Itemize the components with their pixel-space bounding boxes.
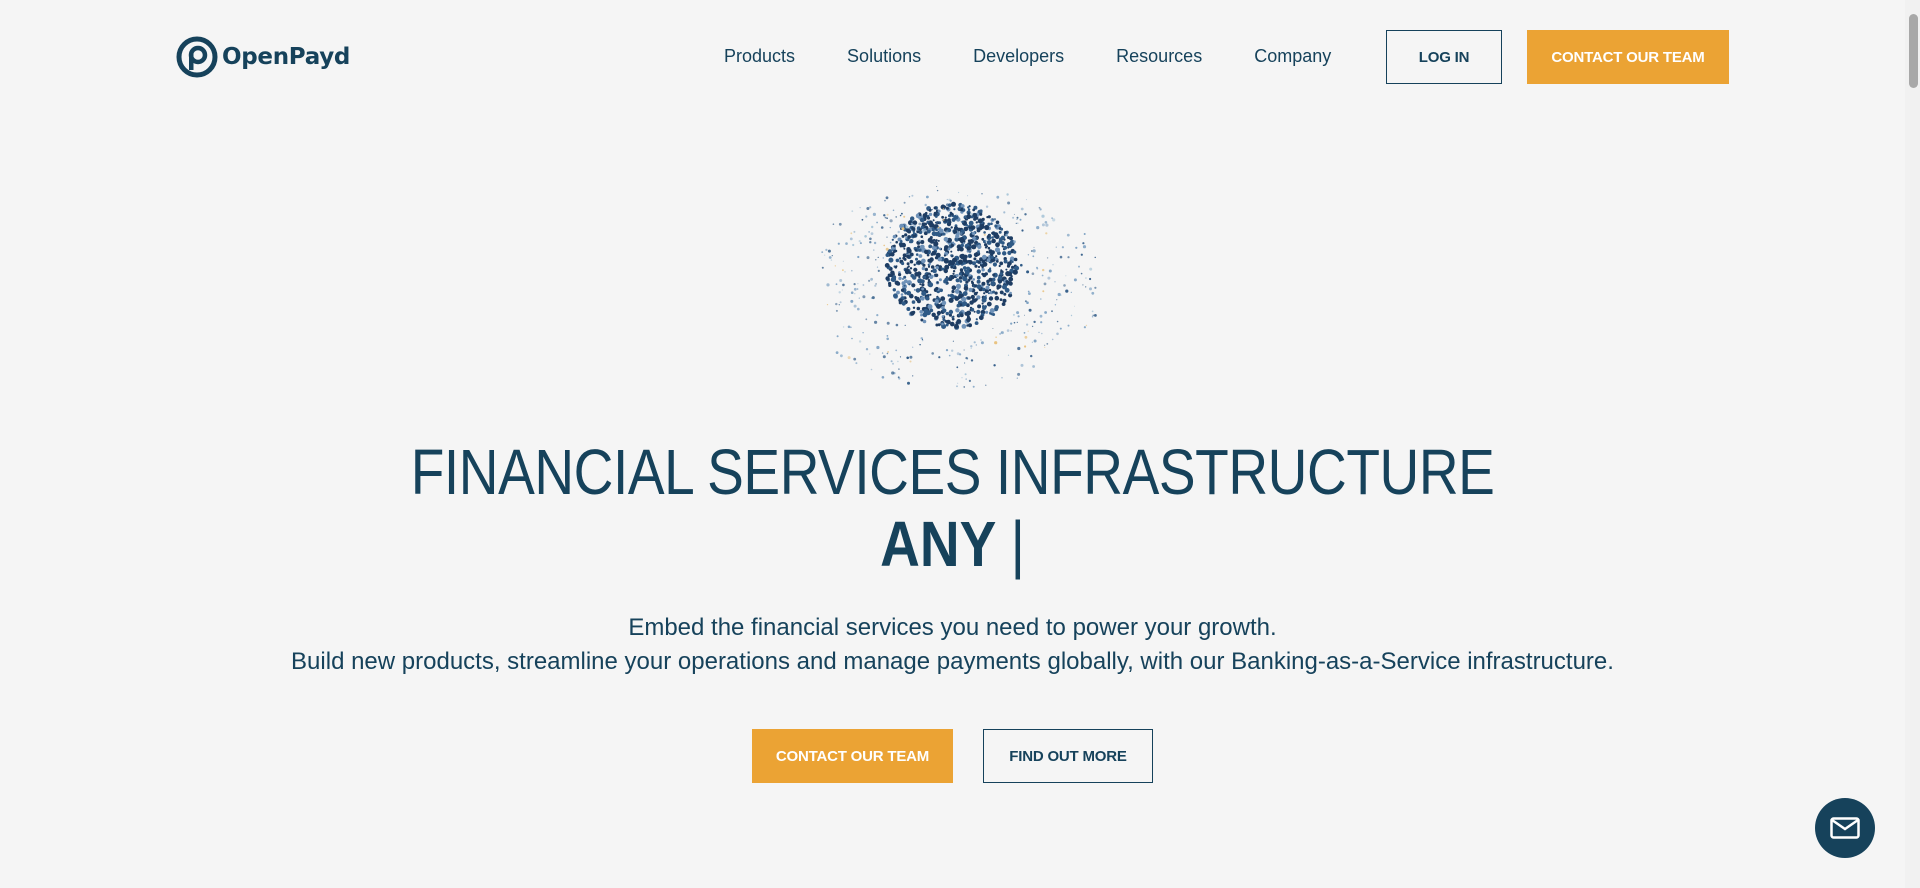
hero-contact-button[interactable]: CONTACT OUR TEAM <box>752 729 953 783</box>
hero-subtitle-line1: Embed the financial services you need to… <box>628 614 1277 641</box>
scrollbar-thumb[interactable] <box>1909 14 1918 88</box>
nav-resources[interactable]: Resources <box>1116 46 1202 67</box>
nav-solutions[interactable]: Solutions <box>847 46 921 67</box>
header-contact-button[interactable]: CONTACT OUR TEAM <box>1527 30 1729 84</box>
openpayd-logo-icon <box>176 36 218 78</box>
typing-cursor: | <box>1010 508 1025 580</box>
hero-rotating-word: ANY <box>880 508 996 580</box>
main-nav: Products Solutions Developers Resources … <box>724 46 1331 67</box>
hero-subtitle-line2: Build new products, streamline your oper… <box>291 648 1614 675</box>
logo-text: OpenPayd <box>222 44 351 70</box>
nav-developers[interactable]: Developers <box>973 46 1064 67</box>
chat-launcher-button[interactable] <box>1815 798 1875 858</box>
site-header: OpenPayd Products Solutions Developers R… <box>0 0 1905 115</box>
login-button[interactable]: LOG IN <box>1386 30 1502 84</box>
openpayd-logo[interactable]: OpenPayd <box>176 36 350 78</box>
find-out-more-button[interactable]: FIND OUT MORE <box>983 729 1153 783</box>
hero-headline-rotating: ANY | <box>133 512 1771 576</box>
mail-icon <box>1830 817 1860 839</box>
page-scrollbar[interactable] <box>1905 0 1920 888</box>
nav-company[interactable]: Company <box>1254 46 1331 67</box>
nav-products[interactable]: Products <box>724 46 795 67</box>
hero-headline: FINANCIAL SERVICES INFRASTRUCTURE <box>410 436 1495 508</box>
particle-globe-image <box>821 186 1097 388</box>
